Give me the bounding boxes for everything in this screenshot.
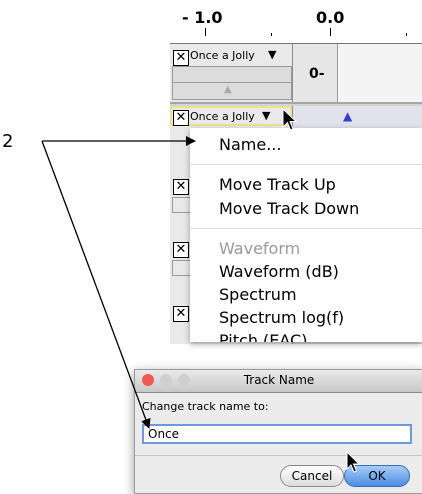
track-1-name-menu[interactable]: Once a Jolly: [190, 49, 255, 63]
mouse-pointer-icon: [346, 451, 361, 473]
track-1-dropdown-arrow-icon[interactable]: ▼: [268, 48, 276, 61]
track-divider: [170, 102, 422, 104]
collapse-triangle-icon: ▲: [224, 84, 232, 95]
cancel-button[interactable]: Cancel: [280, 465, 344, 487]
track-1-close-button[interactable]: ✕: [173, 50, 189, 66]
track-1-collapse-button[interactable]: ▲: [172, 82, 292, 100]
track-4-control-cell: [172, 260, 192, 276]
track-2-close-button[interactable]: ✕: [173, 110, 189, 126]
dialog-title: Track Name: [243, 373, 315, 387]
callout-number: 2: [2, 131, 14, 152]
ruler-label-mid: 0.0: [316, 8, 345, 27]
dialog-titlebar[interactable]: Track Name: [135, 370, 422, 393]
ruler-tick: [330, 28, 331, 36]
track-dropdown-menu: Name... Move Track Up Move Track Down Wa…: [190, 128, 422, 342]
track-3-control-cell: [172, 197, 192, 213]
ruler-tick: [271, 33, 272, 36]
track-3-close-button[interactable]: ✕: [173, 179, 189, 195]
ruler-label-left: - 1.0: [182, 8, 223, 27]
menu-item-move-track-up[interactable]: Move Track Up: [219, 175, 336, 194]
menu-separator: [190, 228, 422, 229]
track-1-waveform[interactable]: [338, 44, 422, 102]
menu-item-spectrum-log[interactable]: Spectrum log(f): [219, 308, 344, 327]
track-1-controls: ✕ Once a Jolly ▼ ▲: [170, 44, 293, 102]
track-2-name-menu[interactable]: Once a Jolly: [190, 110, 255, 124]
menu-item-waveform: Waveform: [219, 239, 301, 258]
waveform-peak-icon: ▲: [343, 109, 353, 123]
menu-item-pitch[interactable]: Pitch (EAC): [219, 331, 307, 342]
menu-item-name[interactable]: Name...: [219, 135, 281, 154]
timeline-ruler[interactable]: - 1.0 0.0: [170, 0, 422, 44]
menu-item-move-track-down[interactable]: Move Track Down: [219, 199, 359, 218]
mouse-pointer-icon: [282, 108, 298, 131]
track-4-close-button[interactable]: ✕: [173, 242, 189, 258]
ruler-tick: [205, 28, 206, 36]
callout-arrow-to-input: [41, 140, 151, 429]
track-5-close-button[interactable]: ✕: [173, 306, 189, 322]
track-name-dialog: Track Name Change track name to: Cancel …: [134, 369, 422, 494]
track-name-input[interactable]: [142, 424, 412, 444]
track-1-vertical-scale: 0-: [293, 44, 338, 102]
ruler-tick: [406, 33, 407, 36]
track-2-waveform[interactable]: ▲: [293, 106, 422, 128]
menu-separator: [190, 164, 422, 165]
dialog-prompt-label: Change track name to:: [142, 400, 269, 413]
menu-item-waveform-db[interactable]: Waveform (dB): [219, 262, 339, 281]
track-2-dropdown-arrow-icon[interactable]: ▼: [262, 109, 270, 122]
dialog-separator: [135, 455, 422, 456]
menu-item-spectrum[interactable]: Spectrum: [219, 285, 297, 304]
track-1-scale-label: 0-: [309, 66, 325, 82]
